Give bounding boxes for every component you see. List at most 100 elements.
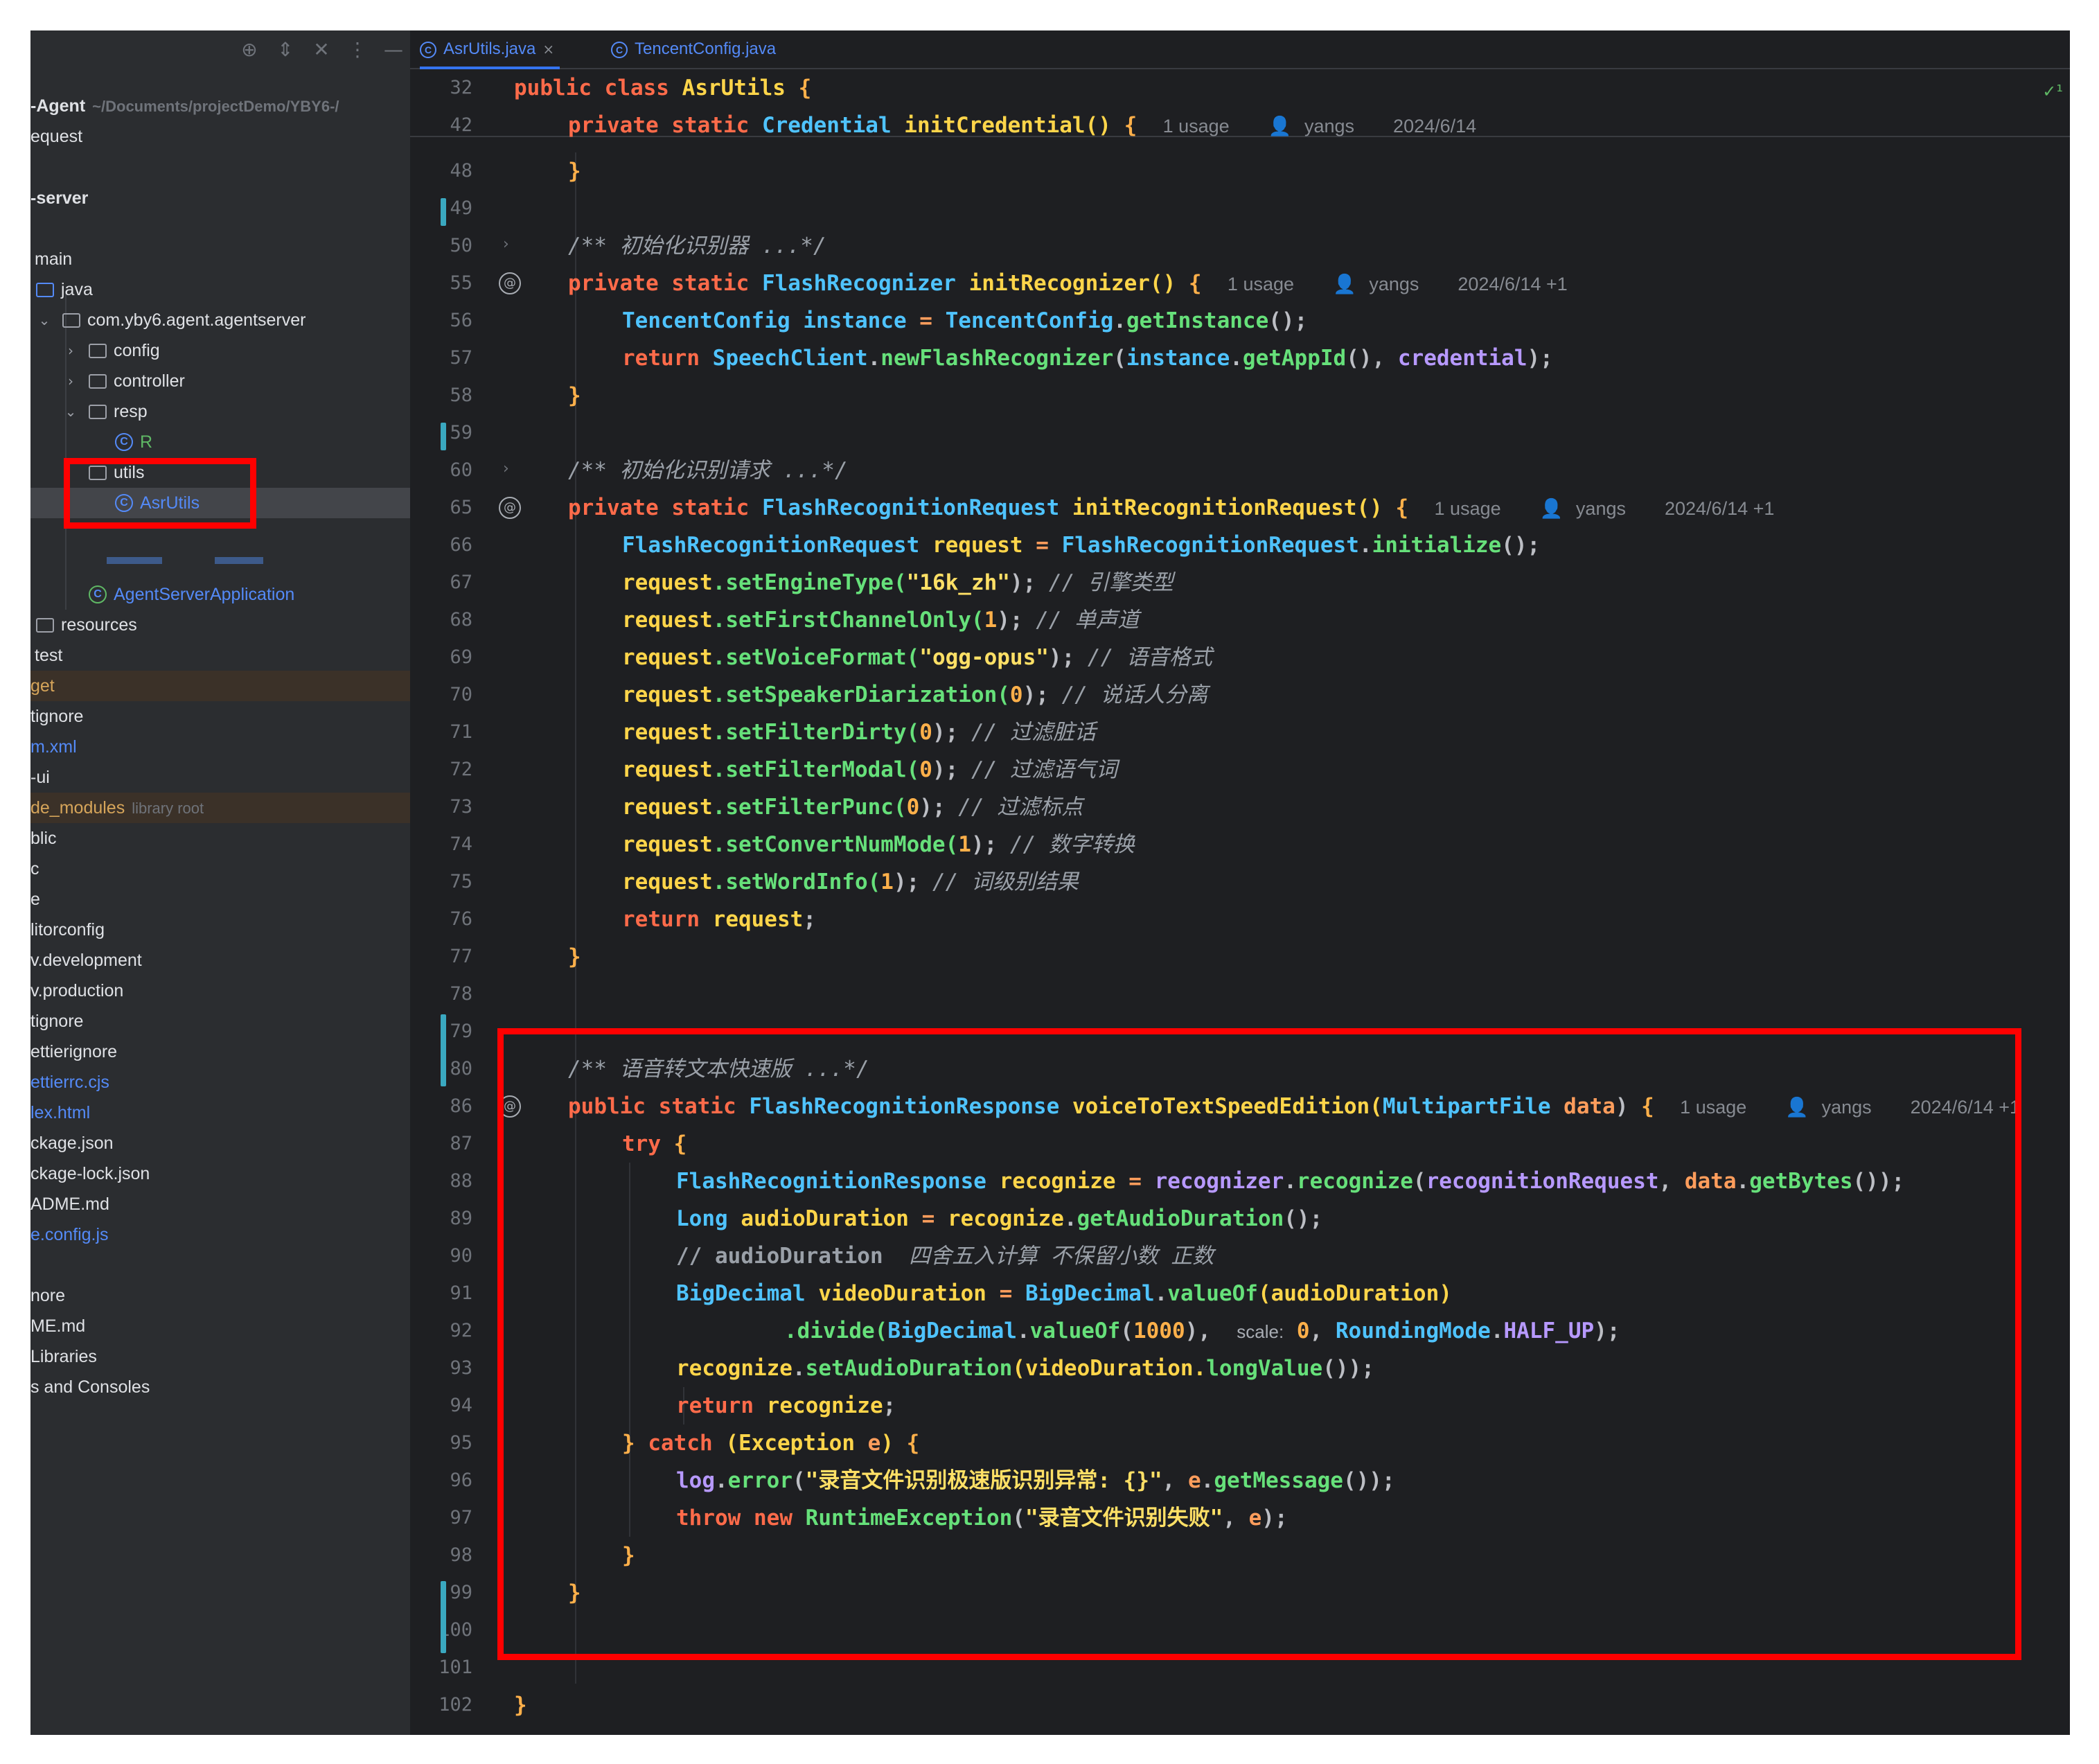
tree-item-resp[interactable]: ⌄ resp [30, 396, 410, 427]
chevron-down-icon[interactable]: ⌄ [36, 305, 53, 335]
tree-item-root-readme[interactable]: ME.md [30, 1311, 410, 1341]
line-number: 94 [450, 1395, 472, 1416]
tab-asrutils[interactable]: C AsrUtils.java × [420, 30, 560, 69]
line-number: 75 [450, 871, 472, 892]
tree-item-ui[interactable]: -ui [30, 762, 410, 793]
line-number: 93 [450, 1357, 472, 1379]
chevron-down-icon[interactable]: ⌄ [62, 396, 79, 427]
tree-item-main[interactable]: main [30, 244, 410, 274]
code-line-102: } [514, 1693, 527, 1718]
line-number: 70 [450, 684, 472, 705]
tree-item-editorconfig[interactable]: litorconfig [30, 915, 410, 945]
code-line-70: request.setSpeakerDiarization(0); // 说话人… [622, 682, 1208, 707]
code-line-72: request.setFilterModal(0); // 过滤语气词 [622, 757, 1117, 782]
highlight-box-method [497, 1028, 2021, 1660]
tree-item-gitignore[interactable]: tignore [30, 701, 410, 732]
chevron-right-icon[interactable]: › [62, 366, 79, 396]
code-line-65: private static FlashRecognitionRequest i… [568, 495, 1775, 520]
tree-item-application[interactable]: C AgentServerApplication [30, 579, 410, 610]
code-line-75: request.setWordInfo(1); // 词级别结果 [622, 870, 1079, 894]
line-number: 97 [450, 1507, 472, 1528]
source-folder-icon [36, 283, 54, 297]
chevron-right-icon[interactable]: › [62, 335, 79, 366]
tree-item-package[interactable]: ⌄ com.yby6.agent.agentserver [30, 305, 410, 335]
tree-item-package-json[interactable]: ckage.json [30, 1128, 410, 1158]
line-number: 65 [450, 497, 472, 518]
tree-item-request[interactable]: equest [30, 121, 410, 152]
line-number: 56 [450, 310, 472, 331]
line-number: 67 [450, 572, 472, 593]
close-icon[interactable]: × [542, 41, 554, 58]
more-icon[interactable]: ⋮ [344, 36, 371, 64]
line-number: 55 [450, 272, 472, 294]
vcs-change-marker[interactable] [441, 198, 446, 226]
resources-folder-icon [36, 618, 54, 633]
tree-item-public[interactable]: blic [30, 823, 410, 854]
tree-item-env-development[interactable]: v.development [30, 945, 410, 976]
tree-item-e[interactable]: e [30, 884, 410, 915]
code-line-48: } [568, 159, 581, 184]
code-line-57: return SpeechClient.newFlashRecognizer(i… [622, 346, 1553, 371]
tree-item-resources[interactable]: resources [30, 610, 410, 640]
tree-item-node-modules[interactable]: de_modules library root [30, 793, 410, 823]
tree-item-prettierrc[interactable]: ettierrc.cjs [30, 1067, 410, 1097]
tree-item-pom[interactable]: m.xml [30, 732, 410, 762]
vcs-change-marker[interactable] [441, 1581, 446, 1653]
tree-item-env-production[interactable]: v.production [30, 976, 410, 1006]
line-number: 57 [450, 347, 472, 369]
tree-item-java[interactable]: java [30, 274, 410, 305]
tree-item-controller[interactable]: › controller [30, 366, 410, 396]
tree-item-root-ignore[interactable]: nore [30, 1280, 410, 1311]
line-number: 74 [450, 834, 472, 855]
line-number: 89 [450, 1208, 472, 1229]
tree-item-project-root[interactable]: -Agent ~/Documents/projectDemo/YBY6-/ [30, 91, 410, 121]
code-line-60: /** 初始化识别请求 ...*/ [568, 458, 848, 483]
line-number: 95 [450, 1432, 472, 1454]
tree-item-server[interactable]: -server [30, 183, 410, 213]
line-number: 48 [450, 160, 472, 182]
tree-item-target[interactable]: get [30, 671, 410, 701]
code-line-74: request.setConvertNumMode(1); // 数字转换 [622, 832, 1135, 857]
tree-item-package-lock[interactable]: ckage-lock.json [30, 1158, 410, 1189]
class-icon: C [611, 41, 628, 58]
code-line-42: private static Credential initCredential… [568, 113, 1477, 138]
code-line-68: request.setFirstChannelOnly(1); // 单声道 [622, 608, 1140, 633]
line-number: 76 [450, 908, 472, 930]
tree-item-scratches[interactable]: s and Consoles [30, 1372, 410, 1402]
line-number: 80 [450, 1058, 472, 1079]
tree-item-index-html[interactable]: lex.html [30, 1097, 410, 1128]
line-number: 49 [450, 197, 472, 219]
tab-tencentconfig[interactable]: C TencentConfig.java [611, 30, 776, 69]
project-toolbar: ⊕ ⇕ ✕ ⋮ — [30, 30, 410, 69]
line-number: 32 [450, 77, 472, 98]
line-number: 69 [450, 646, 472, 668]
fold-chevron-icon[interactable]: › [503, 236, 509, 253]
target-icon[interactable]: ⊕ [236, 36, 263, 64]
minimize-icon[interactable]: — [380, 36, 407, 64]
tree-item-prettierignore[interactable]: ettierignore [30, 1037, 410, 1067]
expand-collapse-icon[interactable]: ⇕ [272, 36, 299, 64]
tree-item-vite-config[interactable]: e.config.js [30, 1219, 410, 1250]
tree-item-r-class[interactable]: C R [30, 427, 410, 457]
project-tool-window: ⊕ ⇕ ✕ ⋮ — -Agent ~/Documents/projectDemo/… [30, 30, 410, 1735]
code-line-69: request.setVoiceFormat("ogg-opus"); // 语… [622, 645, 1212, 670]
tree-item-config[interactable]: › config [30, 335, 410, 366]
class-icon: C [115, 433, 133, 451]
line-number: 71 [450, 721, 472, 743]
tree-item-test[interactable]: test [30, 640, 410, 671]
close-icon[interactable]: ✕ [308, 36, 335, 64]
line-number: 72 [450, 759, 472, 780]
vcs-change-marker[interactable] [441, 1014, 446, 1086]
vcs-change-marker[interactable] [441, 423, 446, 450]
line-number: 77 [450, 946, 472, 967]
line-number: 101 [439, 1657, 472, 1678]
tree-item-src[interactable]: c [30, 854, 410, 884]
tree-item-readme[interactable]: ADME.md [30, 1189, 410, 1219]
tree-item-external-libraries[interactable]: Libraries [30, 1341, 410, 1372]
fold-chevron-icon[interactable]: › [503, 460, 509, 477]
line-number: 100 [439, 1619, 472, 1641]
tree-item-gitignore-ui[interactable]: tignore [30, 1006, 410, 1037]
code-line-67: request.setEngineType("16k_zh"); // 引擎类型 [622, 570, 1174, 595]
line-number: 78 [450, 983, 472, 1005]
code-line-56: TencentConfig instance = TencentConfig.g… [622, 308, 1308, 333]
